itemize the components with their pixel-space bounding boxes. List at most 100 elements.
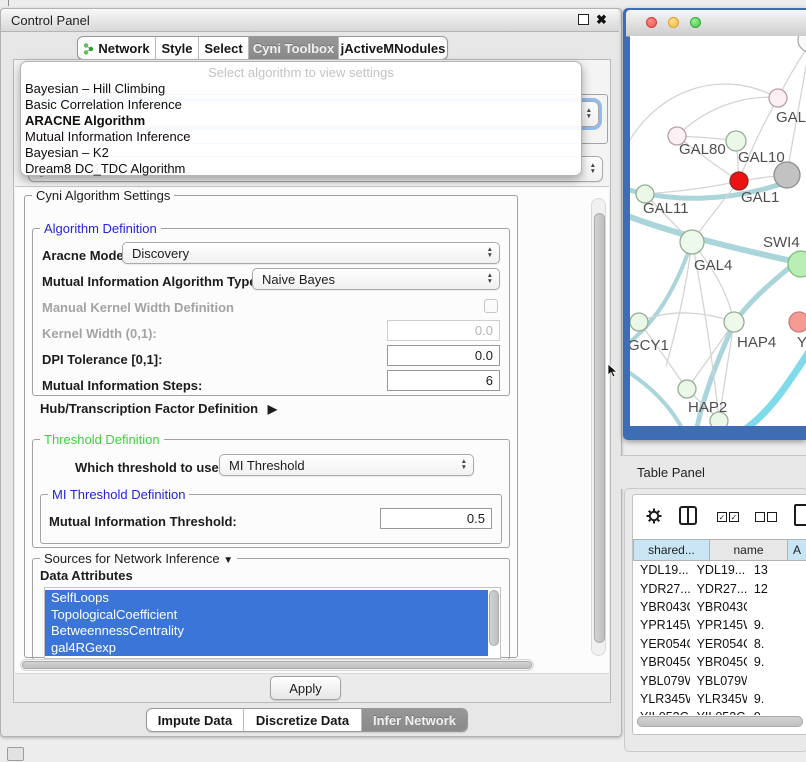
network-node-gal[interactable] bbox=[769, 89, 787, 107]
tab-infer-network[interactable]: Infer Network bbox=[362, 709, 467, 731]
dropdown-item-aracne-algorithm[interactable]: ARACNE Algorithm bbox=[21, 113, 581, 129]
settings-hscrollbar[interactable] bbox=[20, 659, 534, 671]
data-attributes-label: Data Attributes bbox=[40, 568, 133, 583]
dropdown-item-dream8-dc-tdc-algorithm[interactable]: Dream8 DC_TDC Algorithm bbox=[21, 161, 581, 177]
tab-cyni-toolbox[interactable]: Cyni Toolbox bbox=[249, 37, 339, 59]
dropdown-item-basic-correlation-inference[interactable]: Basic Correlation Inference bbox=[21, 97, 581, 113]
network-node-y[interactable] bbox=[789, 312, 806, 332]
aracne-mode-combo[interactable]: Discovery ▲▼ bbox=[122, 242, 500, 264]
attribute-item-gal4rgexp[interactable]: gal4RGexp bbox=[45, 640, 488, 657]
mi-threshold-group-title: MI Threshold Definition bbox=[48, 487, 189, 502]
table-cell: YIL052C bbox=[633, 710, 690, 715]
network-node-gcy1[interactable] bbox=[630, 313, 648, 331]
document-icon[interactable] bbox=[794, 504, 806, 526]
deselect-all-columns-icon[interactable] bbox=[755, 512, 777, 522]
close-traffic-light-icon[interactable] bbox=[646, 17, 657, 28]
table-panel-title: Table Panel bbox=[637, 465, 705, 480]
column-header-shared[interactable]: shared... bbox=[633, 539, 710, 561]
network-window-titlebar[interactable] bbox=[626, 10, 806, 37]
attribute-item-betweennesscentrality[interactable]: BetweennessCentrality bbox=[45, 623, 488, 640]
table-row[interactable]: YDR27...YDR27...12 bbox=[633, 579, 806, 597]
table-hscrollbar[interactable] bbox=[637, 716, 803, 727]
tab-jactivemnodules[interactable]: jActiveMNodules bbox=[339, 37, 447, 59]
table-row[interactable]: YLR345WYLR345W9. bbox=[633, 690, 806, 708]
dpi-tolerance-field[interactable]: 0.0 bbox=[387, 345, 500, 366]
table-row[interactable]: YER054CYER054C8. bbox=[633, 635, 806, 653]
split-columns-icon[interactable] bbox=[679, 506, 697, 525]
column-header-name[interactable]: name bbox=[710, 539, 788, 561]
dropdown-item-bayesian-k2[interactable]: Bayesian – K2 bbox=[21, 145, 581, 161]
table-row[interactable]: YBR043CYBR043C bbox=[633, 598, 806, 616]
aracne-mode-value: Discovery bbox=[132, 246, 189, 261]
mi-type-combo[interactable]: Naive Bayes ▲▼ bbox=[252, 268, 500, 290]
dropdown-placeholder: Select algorithm to view settings bbox=[21, 62, 581, 80]
aracne-mode-label: Aracne Mode: bbox=[42, 248, 128, 263]
table-cell: YBR045C bbox=[690, 655, 747, 669]
tab-select[interactable]: Select bbox=[199, 37, 249, 59]
network-node-gal4[interactable] bbox=[680, 230, 704, 254]
column-header-a[interactable]: A bbox=[788, 539, 806, 561]
network-canvas[interactable]: GALGAL80GAL10GAL1GAL11GAL4SWI4GCY1HAP4YH… bbox=[630, 36, 806, 426]
apply-button[interactable]: Apply bbox=[270, 676, 341, 700]
table-row[interactable]: YBR045CYBR045C9. bbox=[633, 653, 806, 671]
tab-discretize-data[interactable]: Discretize Data bbox=[244, 709, 362, 731]
node-label-gal80: GAL80 bbox=[679, 141, 726, 158]
table-cell: YIL052C bbox=[690, 710, 747, 715]
node-label-gcy1: GCY1 bbox=[630, 337, 669, 354]
mi-threshold-field[interactable]: 0.5 bbox=[380, 508, 492, 529]
network-node-hap4[interactable] bbox=[724, 312, 744, 332]
close-window-button[interactable]: ✖ bbox=[596, 15, 607, 25]
cyni-mode-tabs: Impute Data Discretize Data Infer Network bbox=[146, 708, 468, 732]
table-cell: 9. bbox=[747, 618, 806, 632]
attribute-list-scrollbar[interactable] bbox=[488, 588, 500, 656]
table-cell: YER054C bbox=[690, 637, 747, 651]
cyni-settings-group-title: Cyni Algorithm Settings bbox=[32, 188, 174, 203]
zoom-traffic-light-icon[interactable] bbox=[690, 17, 701, 28]
tab-style[interactable]: Style bbox=[156, 37, 199, 59]
manual-kernel-checkbox[interactable] bbox=[484, 299, 498, 313]
network-view-window[interactable]: GALGAL80GAL10GAL1GAL11GAL4SWI4GCY1HAP4YH… bbox=[623, 8, 806, 440]
table-row[interactable]: YPR145WYPR145W9. bbox=[633, 616, 806, 634]
dropdown-item-mutual-information-inference[interactable]: Mutual Information Inference bbox=[21, 129, 581, 145]
tab-label: Discretize Data bbox=[256, 713, 349, 728]
app-root: Control Panel ✖ Network Style SelectCyni T… bbox=[0, 0, 806, 762]
table-row[interactable]: YDL19...YDL19...13 bbox=[633, 561, 806, 579]
table-cell: YLR345W bbox=[690, 692, 747, 706]
table-row[interactable]: YBL079WYBL079W bbox=[633, 671, 806, 689]
combo-stepper-icon: ▲▼ bbox=[487, 245, 493, 261]
table-cell: YDR27... bbox=[633, 582, 690, 596]
combo-stepper-icon: ▲▼ bbox=[586, 104, 592, 124]
attribute-item-topologicalcoefficient[interactable]: TopologicalCoefficient bbox=[45, 607, 488, 624]
tab-impute-data[interactable]: Impute Data bbox=[147, 709, 244, 731]
network-node-hap2[interactable] bbox=[678, 380, 696, 398]
network-node-swi4[interactable] bbox=[788, 251, 806, 277]
mi-steps-value: 6 bbox=[486, 373, 493, 388]
attribute-item-selfloops[interactable]: SelfLoops bbox=[45, 590, 488, 607]
node-label-hap2: HAP2 bbox=[688, 399, 727, 416]
table-panel-header: Table Panel bbox=[620, 455, 806, 489]
settings-vscrollbar[interactable] bbox=[591, 198, 606, 656]
dropdown-item-bayesian-hill-climbing[interactable]: Bayesian – Hill Climbing bbox=[21, 81, 581, 97]
tab-label: Style bbox=[161, 41, 192, 56]
table-cell: YBR043C bbox=[690, 600, 747, 614]
mi-steps-field[interactable]: 6 bbox=[387, 370, 500, 391]
select-all-columns-icon[interactable]: ✓ ✓ bbox=[717, 512, 739, 522]
network-node[interactable] bbox=[798, 36, 806, 52]
tab-network[interactable]: Network bbox=[78, 37, 156, 59]
gear-icon[interactable] bbox=[645, 507, 663, 525]
kernel-width-field[interactable]: 0.0 bbox=[387, 320, 500, 341]
float-window-button[interactable] bbox=[578, 14, 589, 25]
table-panel-body: ✓ ✓ shared...nameA YDL19...YDL19...13YDR… bbox=[632, 494, 806, 735]
network-node-gal1[interactable] bbox=[730, 172, 748, 190]
table-header-row: shared...nameA bbox=[633, 539, 806, 561]
table-row[interactable]: YIL052CYIL052C9 bbox=[633, 708, 806, 715]
control-panel-titlebar[interactable]: Control Panel ✖ bbox=[1, 9, 619, 32]
which-threshold-combo[interactable]: MI Threshold ▲▼ bbox=[219, 454, 474, 476]
minimize-traffic-light-icon[interactable] bbox=[668, 17, 679, 28]
sources-group-title[interactable]: Sources for Network Inference ▼ bbox=[40, 551, 237, 566]
hub-definition-toggle[interactable]: Hub/Transcription Factor Definition ▶ bbox=[40, 401, 277, 416]
data-attributes-list[interactable]: SelfLoopsTopologicalCoefficientBetweenne… bbox=[44, 587, 501, 659]
minimized-panel-icon[interactable] bbox=[7, 747, 24, 761]
table-cell: YPR145W bbox=[633, 618, 690, 632]
network-node-gal10[interactable] bbox=[726, 131, 746, 151]
